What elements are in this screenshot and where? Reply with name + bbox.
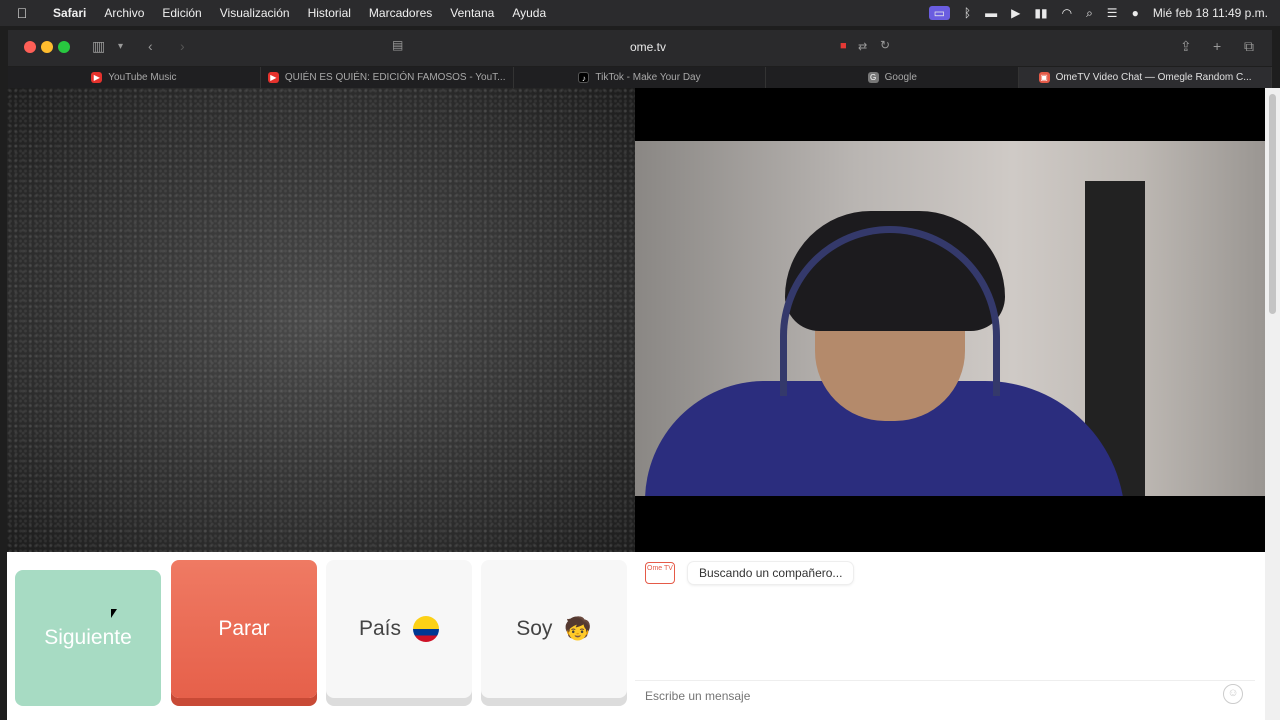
menubar:  Safari Archivo Edición Visualización H… xyxy=(0,0,1280,26)
tiktok-icon: ♪ xyxy=(578,72,590,83)
message-input[interactable] xyxy=(645,684,1205,708)
back-icon[interactable]: ‹ xyxy=(148,38,153,54)
ometv-logo: Ome TV xyxy=(645,562,675,584)
menu-visualizacion[interactable]: Visualización xyxy=(211,6,299,20)
minimize-window-button[interactable] xyxy=(41,41,53,53)
tab-bar: ▶ YouTube Music ▶ QUIÉN ES QUIÉN: EDICIÓ… xyxy=(8,67,1272,88)
page-settings-icon[interactable]: ▤ xyxy=(392,38,403,52)
youtube-icon: ▶ xyxy=(267,72,279,83)
control-center-icon[interactable]: ☰ xyxy=(1107,6,1118,20)
mouse-cursor-icon xyxy=(111,609,117,618)
divider xyxy=(635,680,1255,681)
youtube-music-icon: ▶ xyxy=(91,72,103,83)
next-button[interactable]: Siguiente xyxy=(15,570,161,706)
stranger-video-static xyxy=(7,88,635,552)
gender-label: Soy xyxy=(516,617,553,640)
status-area: ▭ ᛒ ▬ ▶ ▮▮ ◠ ⌕ ☰ ● Mié feb 18 11:49 p.m. xyxy=(928,0,1268,26)
menu-app-safari[interactable]: Safari xyxy=(44,6,95,20)
menu-marcadores[interactable]: Marcadores xyxy=(360,6,441,20)
apple-icon[interactable]:  xyxy=(0,5,44,21)
sidebar-icon[interactable]: ▥ xyxy=(92,38,105,55)
tab-overview-icon[interactable]: ⧉ xyxy=(1244,38,1254,55)
forward-icon[interactable]: › xyxy=(180,38,185,54)
search-icon[interactable]: ⌕ xyxy=(1086,6,1093,21)
menu-ayuda[interactable]: Ayuda xyxy=(503,6,555,20)
self-camera-video xyxy=(635,88,1265,552)
country-label: País xyxy=(358,617,402,640)
tab-youtube-quien-es-quien[interactable]: ▶ QUIÉN ES QUIÉN: EDICIÓN FAMOSOS - YouT… xyxy=(261,67,514,88)
tab-youtube-music[interactable]: ▶ YouTube Music xyxy=(8,67,261,88)
scrollbar-thumb[interactable] xyxy=(1269,94,1276,314)
wifi-icon[interactable]: ◠ xyxy=(1062,6,1072,20)
emoji-icon[interactable]: ☺ xyxy=(1223,684,1243,704)
menu-archivo[interactable]: Archivo xyxy=(95,6,153,20)
menu-edicion[interactable]: Edición xyxy=(153,6,210,20)
share-icon[interactable]: ⇪ xyxy=(1180,38,1192,55)
google-icon: G xyxy=(867,72,879,83)
chevron-down-icon[interactable]: ▾ xyxy=(118,41,123,52)
translate-icon[interactable]: ⇄ xyxy=(858,40,867,53)
status-message: Buscando un compañero... xyxy=(688,562,854,584)
close-window-button[interactable] xyxy=(24,41,36,53)
ometv-icon: ▣ xyxy=(1038,72,1050,83)
address-bar[interactable]: ome.tv xyxy=(388,36,908,58)
url-text: ome.tv xyxy=(629,40,666,54)
siri-icon[interactable]: ● xyxy=(1132,6,1139,20)
tab-tiktok[interactable]: ♪ TikTok - Make Your Day xyxy=(514,67,767,88)
stop-label: Parar xyxy=(218,617,270,640)
battery-icon[interactable]: ▮▮ xyxy=(1034,6,1047,20)
colombia-flag-icon xyxy=(413,616,440,642)
tab-google[interactable]: G Google xyxy=(766,67,1020,88)
browser-toolbar: ▥ ▾ ‹ › ome.tv ▤ ■ ⇄ ↻ ⇪ + ⧉ xyxy=(8,30,1272,66)
tab-ometv[interactable]: ▣ OmeTV Video Chat — Omegle Random C... xyxy=(1019,67,1272,88)
camera-active-icon[interactable]: ■ xyxy=(840,40,847,52)
gender-button[interactable]: Soy 🧒 xyxy=(481,560,627,698)
tab-label: TikTok - Make Your Day xyxy=(595,72,701,83)
tab-label: QUIÉN ES QUIÉN: EDICIÓN FAMOSOS - YouT..… xyxy=(284,72,506,83)
bed-icon[interactable]: ▬ xyxy=(985,6,997,20)
reload-icon[interactable]: ↻ xyxy=(880,38,890,52)
next-label: Siguiente xyxy=(44,626,132,649)
menu-ventana[interactable]: Ventana xyxy=(441,6,503,20)
screen-share-icon[interactable]: ▭ xyxy=(928,6,950,20)
menu-historial[interactable]: Historial xyxy=(299,6,360,20)
chat-panel: Ome TV Buscando un compañero... ☺ xyxy=(635,552,1255,720)
stop-button[interactable]: Parar xyxy=(171,560,317,698)
camera-feed xyxy=(635,141,1265,496)
boy-avatar-icon: 🧒 xyxy=(564,616,592,641)
bluetooth-icon[interactable]: ᛒ xyxy=(964,6,971,20)
zoom-window-button[interactable] xyxy=(58,41,70,53)
tab-label: Google xyxy=(884,72,917,83)
page-content: Siguiente Parar País Soy 🧒 Ome TV Buscan… xyxy=(7,88,1265,720)
tab-label: YouTube Music xyxy=(108,72,177,83)
page-scrollbar[interactable] xyxy=(1265,88,1280,720)
country-button[interactable]: País xyxy=(326,560,472,698)
new-tab-icon[interactable]: + xyxy=(1213,38,1221,54)
tab-label: OmeTV Video Chat — Omegle Random C... xyxy=(1055,72,1252,83)
clock[interactable]: Mié feb 18 11:49 p.m. xyxy=(1153,6,1268,20)
play-icon[interactable]: ▶ xyxy=(1011,6,1020,20)
